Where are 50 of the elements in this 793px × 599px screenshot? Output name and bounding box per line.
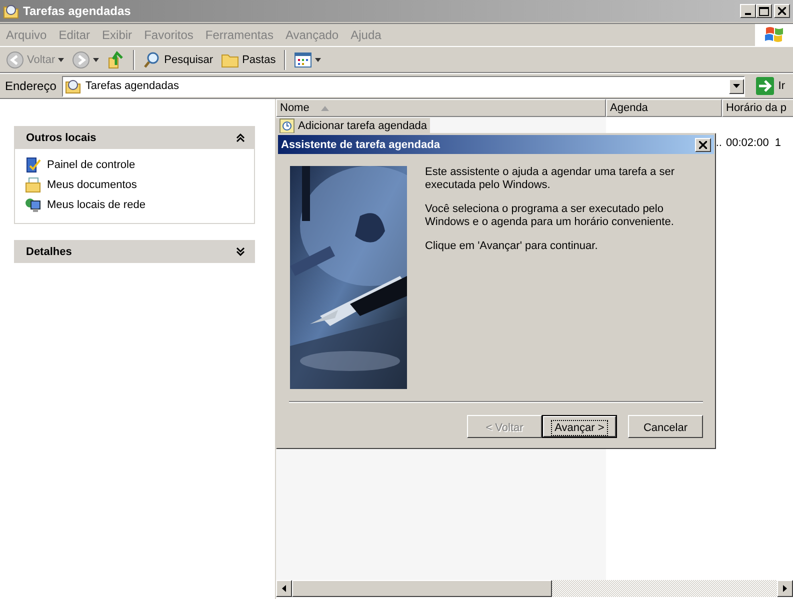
folders-button[interactable]: Pastas (219, 50, 278, 70)
address-label: Endereço (4, 79, 58, 93)
caret-icon[interactable] (733, 84, 740, 88)
folder-clock-icon (65, 78, 82, 94)
table-cell: 1 (774, 136, 781, 148)
sidebar-link[interactable]: Meus documentos (25, 177, 244, 193)
scroll-right-button[interactable] (777, 580, 793, 597)
sort-arrow-icon (321, 106, 330, 110)
dialog-paragraph: Você seleciona o programa a ser executado pelo Windows e o agenda para um horário conveniente. (425, 203, 675, 229)
chevron-icon[interactable] (236, 133, 245, 142)
table-cell: .. (716, 136, 722, 148)
right-arrow-icon (783, 585, 787, 592)
folder-icon (221, 52, 240, 68)
search-button[interactable]: Pesquisar (141, 48, 216, 70)
panel-header[interactable]: Outros locais (14, 126, 255, 149)
table-cell: 00:02:00 (726, 136, 769, 148)
views-icon (294, 52, 312, 68)
scrollbar-thumb[interactable] (292, 580, 552, 597)
dialog-title: Assistente de tarefa agendada (281, 138, 440, 150)
column-header[interactable]: Agenda (606, 99, 722, 117)
window-title: Tarefas agendadas (23, 4, 132, 18)
sidebar-link[interactable]: Meus locais de rede (25, 197, 244, 213)
maximize-icon (759, 6, 769, 16)
close-button[interactable] (695, 138, 711, 152)
wizard-button[interactable]: Cancelar (628, 415, 703, 438)
left-arrow-icon (282, 585, 286, 592)
close-icon (778, 7, 786, 15)
flag-logo-icon (755, 24, 793, 46)
panel-header[interactable]: Detalhes (14, 240, 255, 263)
views-button[interactable] (292, 50, 323, 70)
folder-clock-icon (3, 3, 19, 19)
wizard-button[interactable]: Avançar > (542, 415, 617, 438)
caret-icon (93, 58, 100, 62)
dialog-paragraph: Clique em 'Avançar' para continuar. (425, 240, 599, 253)
close-icon (699, 140, 707, 148)
documents-folder-icon (25, 177, 41, 193)
column-header[interactable]: Nome (276, 99, 606, 117)
sidebar-link[interactable]: Painel de controle (25, 157, 244, 173)
go-button[interactable]: Ir (748, 77, 791, 95)
caret-icon (314, 58, 321, 62)
caret-icon (58, 58, 64, 62)
control-panel-icon (25, 157, 41, 173)
dialog-paragraph: Este assistente o ajuda a agendar uma tarefa a ser executada pelo Windows. (425, 166, 676, 192)
address-field[interactable]: Tarefas agendadas (62, 76, 746, 96)
scroll-left-button[interactable] (276, 580, 292, 597)
task-name[interactable]: Adicionar tarefa agendada (276, 118, 430, 134)
chevron-icon[interactable] (236, 247, 245, 256)
column-header[interactable]: Horário da p (722, 99, 793, 117)
search-icon (143, 50, 162, 68)
network-icon (25, 197, 41, 213)
